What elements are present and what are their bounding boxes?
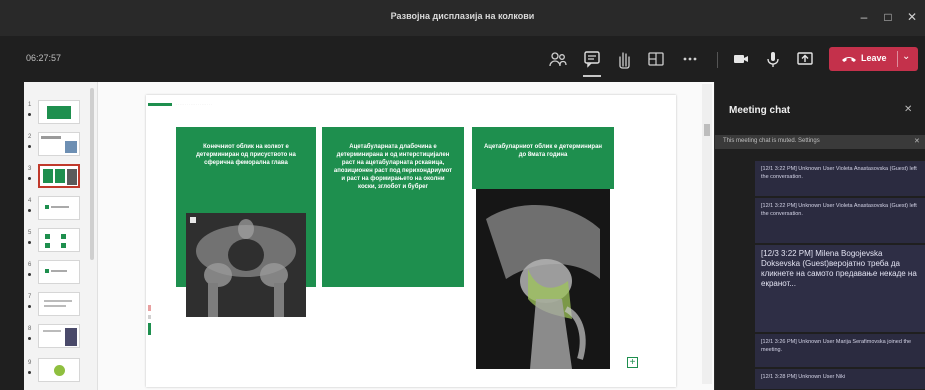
bullet-icon <box>28 305 31 308</box>
minimize-button[interactable]: – <box>856 9 872 25</box>
chat-message[interactable]: [12/3 3:22 PM] Milena Bogojevska Doksevs… <box>755 245 925 333</box>
mic-icon[interactable] <box>763 49 783 69</box>
maximize-button[interactable]: □ <box>880 9 896 25</box>
leave-label: Leave <box>861 53 887 63</box>
hip-3d-image <box>476 189 610 369</box>
title-bar: Развојна дисплазија на колкови – □ ✕ <box>0 0 925 36</box>
slide-number: 6 <box>28 262 32 268</box>
slide-thumbnail[interactable]: 3 <box>24 162 98 190</box>
slide-number: 7 <box>28 294 32 300</box>
muted-notice-text: This meeting chat is muted. Settings <box>723 138 820 144</box>
current-slide: · · · · · · · · · · · · · · · · · · · · … <box>146 95 676 387</box>
bullet-icon <box>28 371 31 374</box>
chat-message[interactable]: [12/1 3:28 PM] Unknown User Niki <box>755 369 925 390</box>
slide-thumbnail[interactable]: 5 <box>24 226 98 254</box>
leave-button[interactable]: Leave ⌄ <box>829 47 918 71</box>
plus-icon[interactable]: + <box>627 357 638 368</box>
meeting-chat-panel: Meeting chat ✕ This meeting chat is mute… <box>714 82 925 390</box>
bullet-icon <box>28 209 31 212</box>
slide-number: 4 <box>28 198 32 204</box>
panel-2-text: Ацетабуларната длабочина е детерминирана… <box>333 144 453 190</box>
chat-message[interactable]: [12/1 3:26 PM] Unknown User Marija Seraf… <box>755 334 925 368</box>
panel-3-text: Ацетабуларниот облик е детерминиран до 8… <box>483 144 603 158</box>
thumbnail-image-selected <box>38 164 80 188</box>
share-screen-icon[interactable] <box>795 49 815 69</box>
thumbnails-scrollbar[interactable] <box>90 88 94 260</box>
chat-title: Meeting chat <box>729 105 791 116</box>
close-window-button[interactable]: ✕ <box>904 9 920 25</box>
slide-canvas: · · · · · · · · · · · · · · · · · · · · … <box>98 82 714 390</box>
thumbnail-image <box>38 292 80 316</box>
chat-message[interactable]: [12/1 3:22 PM] Unknown User Violeta Anas… <box>755 198 925 244</box>
bullet-icon <box>28 145 31 148</box>
bullet-icon <box>28 273 31 276</box>
bullet-icon <box>28 113 31 116</box>
header-caption: · · · · · · · · · · · · · · · · · · · · <box>176 102 212 106</box>
bullet-icon <box>28 177 31 180</box>
slide-number: 2 <box>28 134 32 140</box>
call-timer: 06:27:57 <box>26 53 62 63</box>
raise-hand-icon[interactable] <box>614 49 634 69</box>
muted-notice-bar: This meeting chat is muted. Settings ✕ <box>715 135 925 149</box>
chat-icon[interactable] <box>582 49 602 69</box>
slide-thumbnails-panel: 1 2 3 4 5 6 7 8 9 <box>24 82 98 390</box>
slide-panel-3: Ацетабуларниот облик е детерминиран до 8… <box>472 127 614 189</box>
slide-thumbnail[interactable]: 6 <box>24 258 98 286</box>
dismiss-notice-icon[interactable]: ✕ <box>914 137 920 145</box>
thumbnail-image <box>38 100 80 124</box>
slide-number: 8 <box>28 326 32 332</box>
chat-message[interactable]: [12/1 3:22 PM] Unknown User Violeta Anas… <box>755 161 925 197</box>
thumbnail-image <box>38 132 80 156</box>
scrollbar-handle[interactable] <box>704 124 710 136</box>
thumbnail-image <box>38 228 80 252</box>
thumbnail-image <box>38 324 80 348</box>
shared-content-stage: 1 2 3 4 5 6 7 8 9 · · · · · · · · · · · … <box>24 82 714 390</box>
chevron-down-icon[interactable]: ⌄ <box>902 51 910 62</box>
bullet-icon <box>28 337 31 340</box>
bullet-icon <box>28 241 31 244</box>
slide-thumbnail[interactable]: 8 <box>24 322 98 350</box>
pelvis-xray-image <box>186 213 306 317</box>
toolbar-divider <box>717 52 718 68</box>
thumbnail-image <box>38 358 80 382</box>
slide-number: 5 <box>28 230 32 236</box>
leave-separator <box>897 51 898 67</box>
slide-thumbnail[interactable]: 7 <box>24 290 98 318</box>
slide-thumbnail[interactable]: 4 <box>24 194 98 222</box>
more-icon[interactable] <box>680 49 700 69</box>
teams-meeting-window: Развојна дисплазија на колкови – □ ✕ 06:… <box>0 0 925 390</box>
chat-active-indicator <box>583 75 601 77</box>
close-icon[interactable]: ✕ <box>904 104 912 115</box>
window-title: Развојна дисплазија на колкови <box>390 11 535 21</box>
camera-icon[interactable] <box>731 49 751 69</box>
slide-thumbnail[interactable]: 2 <box>24 130 98 158</box>
people-icon[interactable] <box>548 49 568 69</box>
call-toolbar: 06:27:57 Leave ⌄ <box>0 36 925 82</box>
slide-number: 9 <box>28 360 32 366</box>
canvas-scrollbar[interactable] <box>702 84 712 384</box>
slide-thumbnail[interactable]: 1 <box>24 98 98 126</box>
slide-thumbnail[interactable]: 9 <box>24 356 98 384</box>
slide-side-marks <box>148 305 151 335</box>
thumbnail-image <box>38 260 80 284</box>
thumbnail-image <box>38 196 80 220</box>
header-accent-bar <box>148 103 172 106</box>
slide-number: 3 <box>28 166 32 172</box>
panel-1-text: Конечниот облик на колкот е детерминиран… <box>196 144 296 166</box>
rooms-icon[interactable] <box>646 49 666 69</box>
phone-hangup-icon <box>842 57 856 62</box>
slide-number: 1 <box>28 102 32 108</box>
slide-panel-2: Ацетабуларната длабочина е детерминирана… <box>322 127 464 287</box>
